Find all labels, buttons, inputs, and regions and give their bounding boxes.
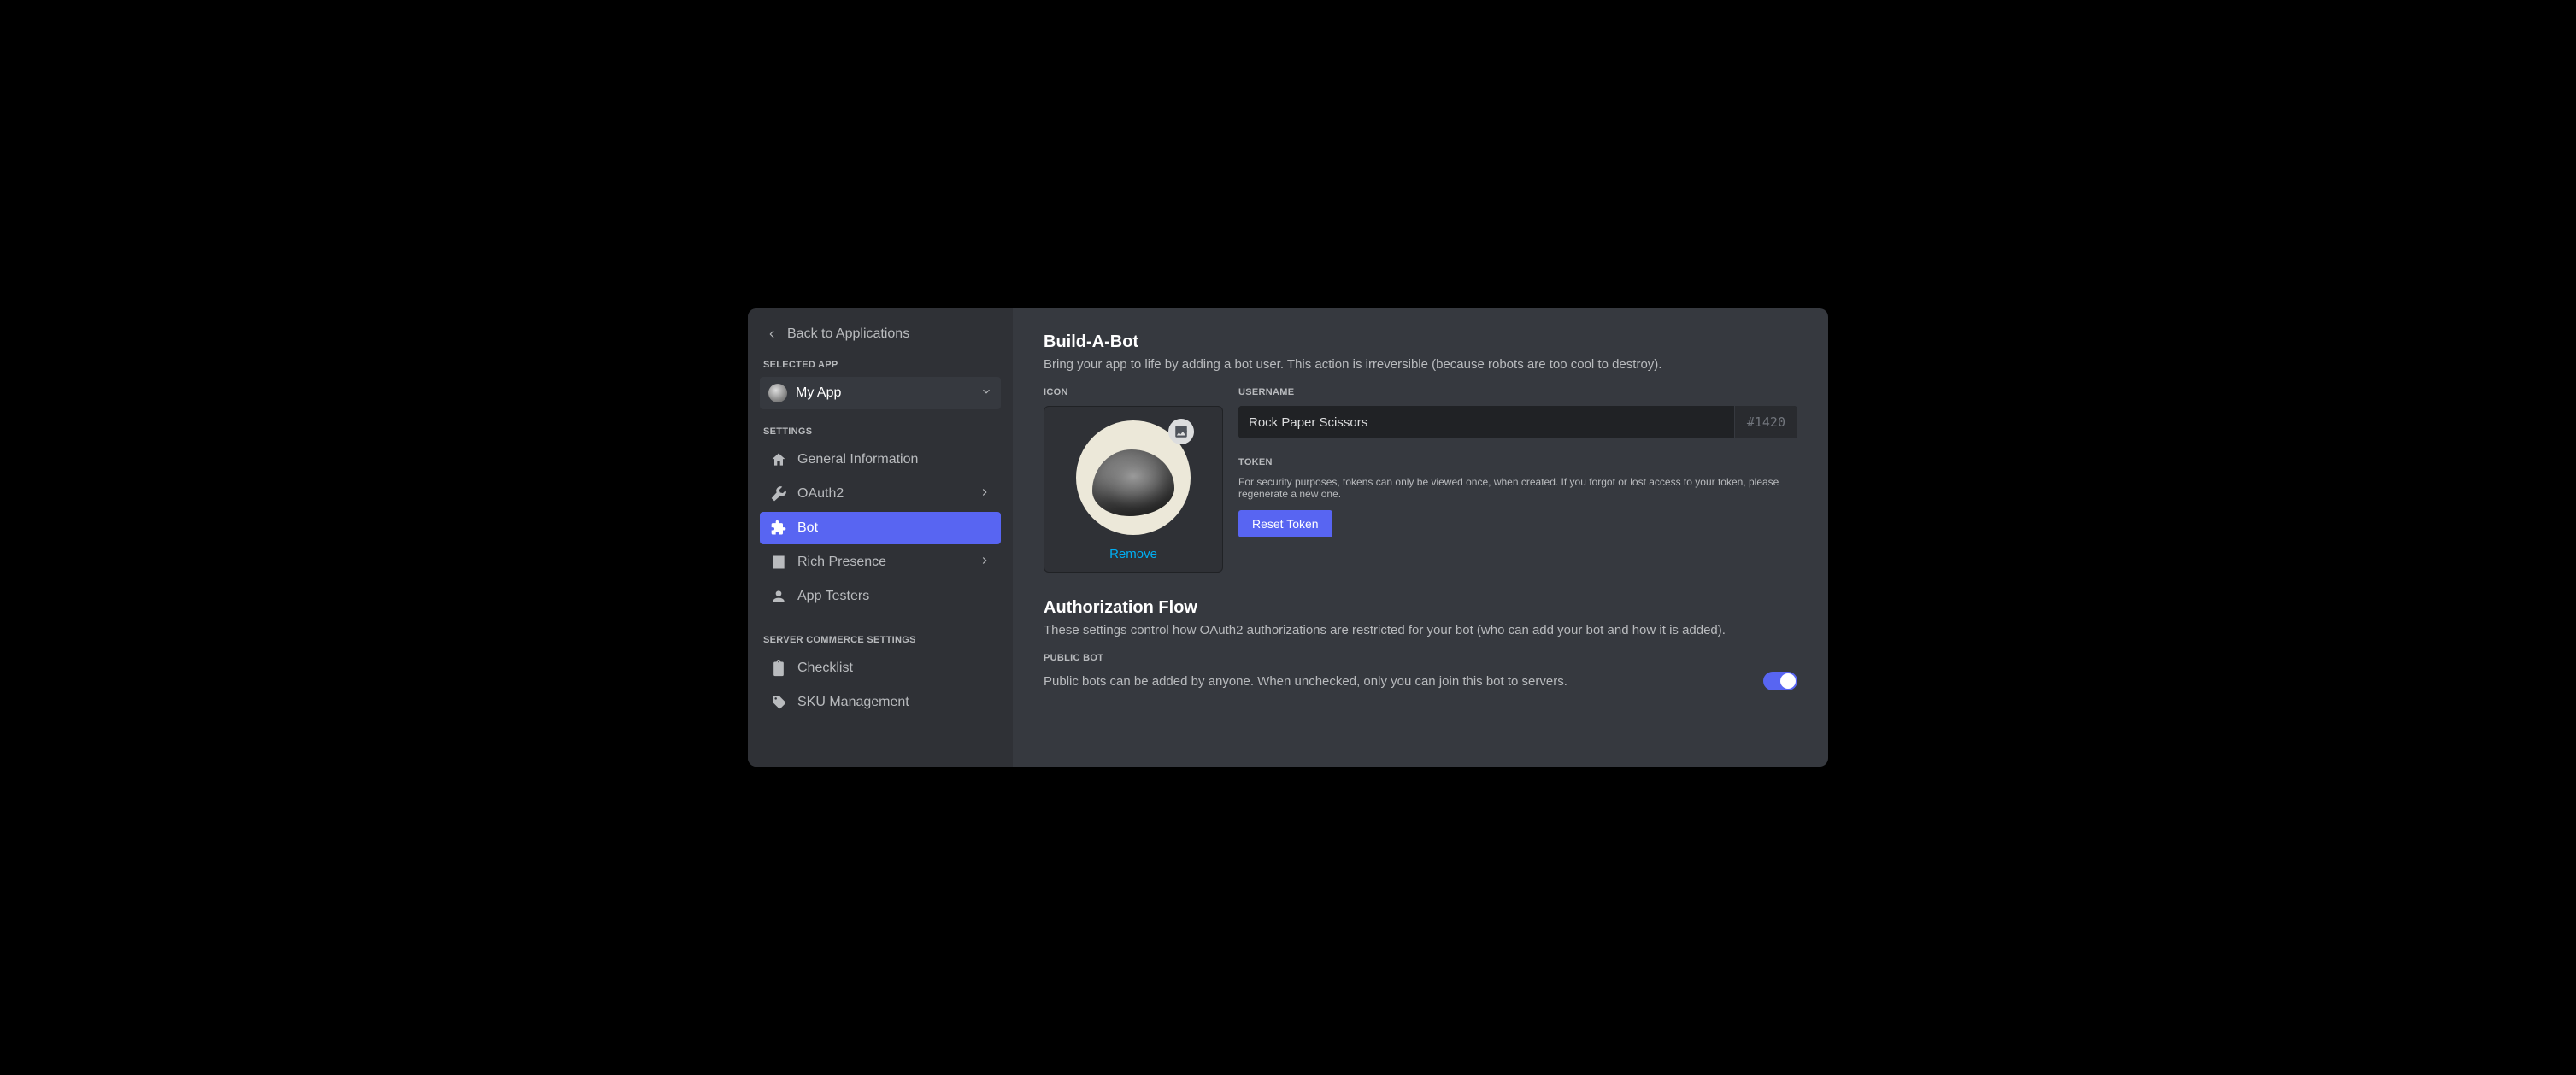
- username-input[interactable]: [1238, 406, 1734, 438]
- username-label: USERNAME: [1238, 387, 1797, 397]
- public-bot-toggle[interactable]: [1763, 672, 1797, 690]
- bot-fields-column: USERNAME #1420 TOKEN For security purpos…: [1238, 387, 1797, 573]
- upload-image-button[interactable]: [1168, 419, 1194, 444]
- username-row: #1420: [1238, 406, 1797, 438]
- nav-label: OAuth2: [797, 486, 844, 502]
- nav-label: App Testers: [797, 589, 869, 604]
- nav-label: Bot: [797, 520, 818, 536]
- selected-app-heading: SELECTED APP: [760, 355, 1001, 377]
- main-content: Build-A-Bot Bring your app to life by ad…: [1013, 308, 1828, 767]
- public-bot-label: PUBLIC BOT: [1044, 653, 1797, 663]
- clipboard-icon: [770, 660, 787, 677]
- reset-token-button[interactable]: Reset Token: [1238, 510, 1332, 538]
- puzzle-icon: [770, 520, 787, 537]
- icon-label: ICON: [1044, 387, 1223, 397]
- discriminator: #1420: [1734, 406, 1797, 438]
- nav-sku-management[interactable]: SKU Management: [760, 686, 1001, 719]
- icon-column: ICON Remove: [1044, 387, 1223, 573]
- token-label: TOKEN: [1238, 457, 1797, 467]
- page-description: Bring your app to life by adding a bot u…: [1044, 357, 1797, 372]
- sidebar: Back to Applications SELECTED APP My App…: [748, 308, 1013, 767]
- nav-checklist[interactable]: Checklist: [760, 652, 1001, 684]
- back-to-applications-link[interactable]: Back to Applications: [760, 320, 1001, 355]
- nav-bot[interactable]: Bot: [760, 512, 1001, 544]
- tag-icon: [770, 694, 787, 711]
- public-bot-description: Public bots can be added by anyone. When…: [1044, 674, 1746, 689]
- commerce-heading: SERVER COMMERCE SETTINGS: [760, 630, 1001, 652]
- chevron-down-icon: [980, 385, 992, 402]
- person-icon: [770, 588, 787, 605]
- house-icon: [770, 451, 787, 468]
- nav-label: SKU Management: [797, 695, 909, 710]
- nav-general-information[interactable]: General Information: [760, 444, 1001, 476]
- token-help-text: For security purposes, tokens can only b…: [1238, 476, 1797, 500]
- nav-app-testers[interactable]: App Testers: [760, 580, 1001, 613]
- page-title: Build-A-Bot: [1044, 332, 1797, 352]
- arrow-left-icon: [763, 326, 780, 343]
- authorization-flow-section: Authorization Flow These settings contro…: [1044, 598, 1797, 690]
- back-label: Back to Applications: [787, 326, 909, 342]
- nav-label: Checklist: [797, 661, 853, 676]
- chevron-right-icon: [979, 486, 991, 502]
- nav-label: Rich Presence: [797, 555, 886, 570]
- remove-icon-link[interactable]: Remove: [1109, 547, 1157, 561]
- toggle-knob: [1780, 673, 1796, 689]
- document-icon: [770, 554, 787, 571]
- nav-oauth2[interactable]: OAuth2: [760, 478, 1001, 510]
- rock-image: [1092, 449, 1174, 516]
- selected-app-name: My App: [796, 385, 972, 401]
- chevron-right-icon: [979, 555, 991, 571]
- auth-description: These settings control how OAuth2 author…: [1044, 623, 1797, 637]
- nav-rich-presence[interactable]: Rich Presence: [760, 546, 1001, 579]
- app-window: Back to Applications SELECTED APP My App…: [748, 308, 1828, 767]
- app-selector[interactable]: My App: [760, 377, 1001, 409]
- wrench-icon: [770, 485, 787, 502]
- auth-title: Authorization Flow: [1044, 598, 1797, 618]
- settings-heading: SETTINGS: [760, 421, 1001, 444]
- app-avatar-icon: [768, 384, 787, 402]
- bot-icon-uploader[interactable]: Remove: [1044, 406, 1223, 573]
- nav-label: General Information: [797, 452, 918, 467]
